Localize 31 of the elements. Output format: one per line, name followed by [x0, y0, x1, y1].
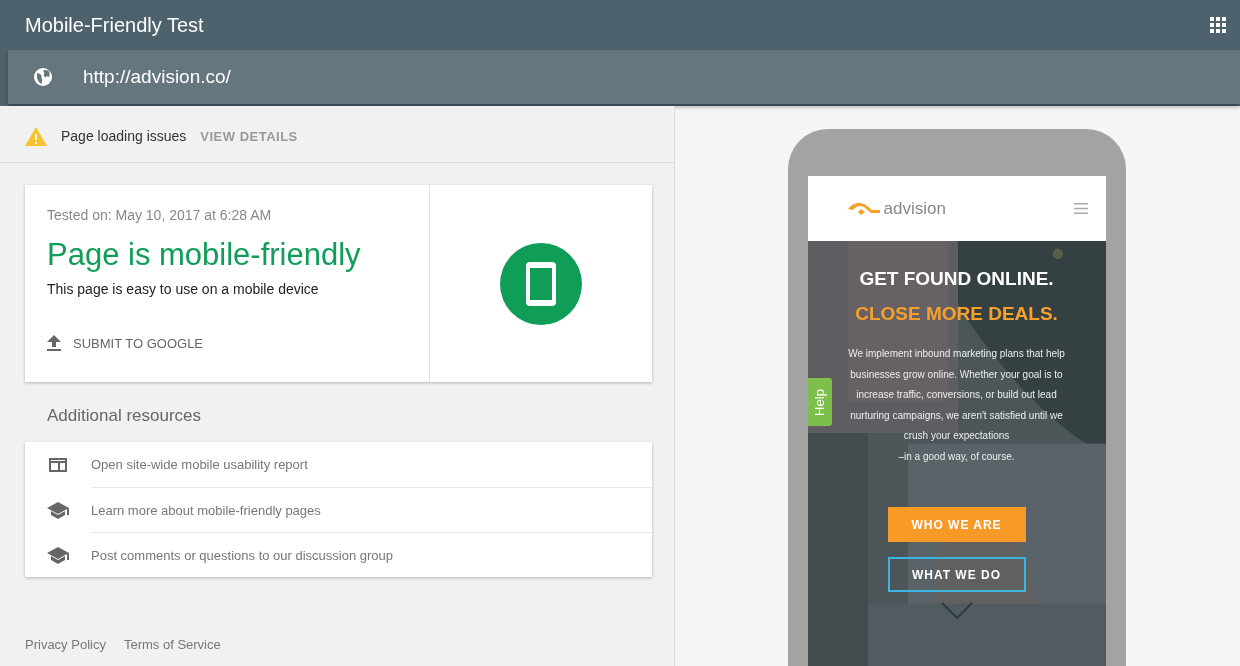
chevron-down-icon[interactable]	[940, 602, 973, 620]
tested-on-text: Tested on: May 10, 2017 at 6:28 AM	[47, 207, 273, 223]
issues-label: Page loading issues	[61, 128, 187, 144]
app-title: Mobile-Friendly Test	[25, 13, 204, 37]
url-bar[interactable]: http://advision.co/	[8, 50, 1240, 104]
globe-icon	[33, 67, 53, 87]
apps-grid-icon[interactable]	[1210, 17, 1226, 33]
resource-link[interactable]: Open site-wide mobile usability report	[91, 457, 308, 472]
resource-link[interactable]: Post comments or questions to our discussion group	[91, 547, 394, 563]
warning-icon	[25, 126, 47, 146]
verdict-heading: Page is mobile-friendly	[47, 237, 362, 273]
report-icon	[48, 456, 68, 473]
hero-button[interactable]: WHAT WE DO	[887, 557, 1026, 592]
submit-button[interactable]: SUBMIT TO GOOGLE	[47, 335, 204, 351]
mobile-phone-icon	[500, 242, 582, 325]
url-text: http://advision.co/	[83, 66, 231, 88]
graduation-cap-icon	[47, 545, 69, 564]
resources-heading: Additional resources	[47, 406, 203, 426]
footer-link[interactable]: Terms of Service	[123, 637, 221, 652]
footer-link[interactable]: Privacy Policy	[25, 637, 106, 652]
verdict-description: This page is easy to use on a mobile device	[47, 281, 320, 297]
resource-link[interactable]: Learn more about mobile-friendly pages	[91, 502, 321, 518]
graduation-cap-icon	[47, 500, 69, 519]
view-details-button[interactable]: VIEW DETAILS	[200, 128, 298, 144]
upload-icon	[47, 335, 61, 351]
hero-headline: GET FOUND ONLINE.	[859, 268, 1054, 290]
logo-mark-icon	[847, 201, 880, 216]
hero-paragraph: We implement inbound marketing plans that help businesses grow online. Whether your goal is to increase traffic, conversions, or build out lead nurturing campaigns, we aren't satisfied until we crush your expectations –in a good way, of course.	[847, 347, 1066, 464]
hero-subheadline: CLOSE MORE DEALS.	[855, 303, 1058, 325]
menu-icon[interactable]	[1073, 203, 1088, 214]
logo-text: advision	[883, 198, 946, 219]
